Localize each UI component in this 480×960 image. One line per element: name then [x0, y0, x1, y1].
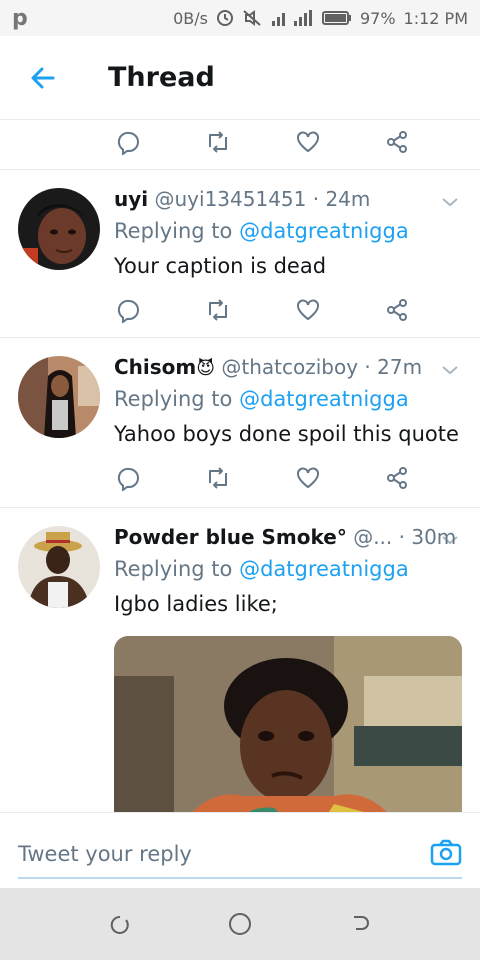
- avatar[interactable]: [18, 356, 100, 438]
- tweet[interactable]: uyi @uyi13451451 · 24m Replying to @datg…: [0, 170, 480, 338]
- user-handle[interactable]: @thatcoziboy: [221, 355, 358, 379]
- tweet-text: Yahoo boys done spoil this quote: [114, 422, 459, 446]
- replying-prefix: Replying to: [114, 219, 240, 243]
- home-icon: [229, 913, 251, 935]
- replying-to: Replying to @datgreatnigga: [114, 214, 462, 248]
- tweet[interactable]: Powder blue Smoke° @... · 30m Replying t…: [0, 508, 480, 812]
- reply-button[interactable]: [114, 463, 144, 493]
- mention-link[interactable]: @datgreatnigga: [239, 557, 409, 581]
- previous-tweet-tail: [0, 120, 480, 170]
- tweet-header: Powder blue Smoke° @... · 30m: [114, 522, 462, 552]
- back-arrow-icon: [31, 67, 55, 88]
- home-button[interactable]: [220, 904, 260, 944]
- display-name[interactable]: Chisom: [114, 355, 196, 379]
- tweet-time: 27m: [377, 355, 423, 379]
- separator-dot: ·: [398, 525, 405, 549]
- avatar[interactable]: [18, 188, 100, 270]
- display-name[interactable]: Powder blue Smoke°: [114, 525, 347, 549]
- display-name[interactable]: uyi: [114, 187, 148, 211]
- replying-to: Replying to @datgreatnigga: [114, 382, 462, 416]
- tweet-time: 30m: [411, 525, 457, 549]
- clock: 1:12 PM: [403, 8, 468, 28]
- devil-emoji: 😈: [196, 358, 216, 379]
- tweet-text: Igbo ladies like;: [114, 592, 278, 616]
- share-button[interactable]: [382, 127, 412, 157]
- reply-input[interactable]: Tweet your reply: [18, 831, 462, 879]
- tweet-header: uyi @uyi13451451 · 24m: [114, 184, 462, 214]
- mute-icon: [242, 9, 262, 27]
- reply-icon: [117, 131, 139, 155]
- camera-icon[interactable]: [430, 838, 462, 870]
- battery-icon: [321, 10, 352, 26]
- retweet-icon: [209, 299, 227, 321]
- tweet-header: Chisom😈 @thatcoziboy · 27m: [114, 352, 462, 382]
- recents-icon: [110, 915, 129, 934]
- tweet-time: 24m: [325, 187, 371, 211]
- like-button[interactable]: [293, 295, 323, 325]
- reply-button[interactable]: [114, 295, 144, 325]
- retweet-icon: [209, 467, 227, 489]
- tweet[interactable]: Chisom😈 @thatcoziboy · 27m Replying to @…: [0, 338, 480, 508]
- tweet-actions: [114, 458, 462, 498]
- reply-bar: Tweet your reply: [0, 812, 480, 888]
- thread-feed[interactable]: uyi @uyi13451451 · 24m Replying to @datg…: [0, 120, 480, 812]
- tweet-media-image[interactable]: [114, 636, 462, 812]
- status-indicators: 0B/s 97% 1:12 PM: [173, 9, 468, 28]
- reply-icon: [117, 467, 139, 491]
- battery-percent: 97%: [359, 8, 396, 28]
- back-nav-icon: [354, 916, 369, 930]
- retweet-button[interactable]: [203, 127, 233, 157]
- like-button[interactable]: [293, 127, 323, 157]
- share-button[interactable]: [382, 295, 412, 325]
- avatar[interactable]: [18, 526, 100, 608]
- tweet-text: Your caption is dead: [114, 254, 327, 278]
- recents-button[interactable]: [100, 904, 140, 944]
- separator-dot: ·: [364, 355, 371, 379]
- share-button[interactable]: [382, 463, 412, 493]
- like-icon: [297, 467, 319, 489]
- data-saver-icon: [216, 9, 234, 27]
- like-button[interactable]: [293, 463, 323, 493]
- user-handle[interactable]: @uyi13451451: [155, 187, 307, 211]
- reply-icon: [117, 299, 139, 323]
- page-title: Thread: [108, 62, 215, 93]
- replying-prefix: Replying to: [114, 557, 240, 581]
- system-nav-bar: [0, 888, 480, 960]
- retweet-button[interactable]: [203, 295, 233, 325]
- signal-icon: [270, 9, 314, 27]
- user-handle[interactable]: @...: [353, 525, 392, 549]
- like-icon: [297, 131, 319, 153]
- app-notification-logo: p: [12, 5, 28, 31]
- back-nav-button[interactable]: [340, 904, 380, 944]
- retweet-icon: [209, 131, 227, 153]
- mention-link[interactable]: @datgreatnigga: [239, 387, 409, 411]
- net-speed: 0B/s: [173, 8, 208, 28]
- status-bar: p 0B/s 97% 1:12 PM: [0, 0, 480, 36]
- replying-to: Replying to @datgreatnigga: [114, 552, 462, 586]
- retweet-button[interactable]: [203, 463, 233, 493]
- mention-link[interactable]: @datgreatnigga: [239, 219, 409, 243]
- share-icon: [387, 131, 407, 153]
- share-icon: [387, 299, 407, 321]
- tweet-actions: [114, 122, 462, 162]
- reply-placeholder: Tweet your reply: [18, 842, 192, 866]
- thread-header: Thread: [0, 36, 480, 120]
- like-icon: [297, 299, 319, 321]
- reply-button[interactable]: [114, 127, 144, 157]
- back-button[interactable]: [0, 36, 86, 120]
- separator-dot: ·: [312, 187, 320, 211]
- share-icon: [387, 467, 407, 489]
- replying-prefix: Replying to: [114, 387, 240, 411]
- tweet-actions: [114, 290, 462, 330]
